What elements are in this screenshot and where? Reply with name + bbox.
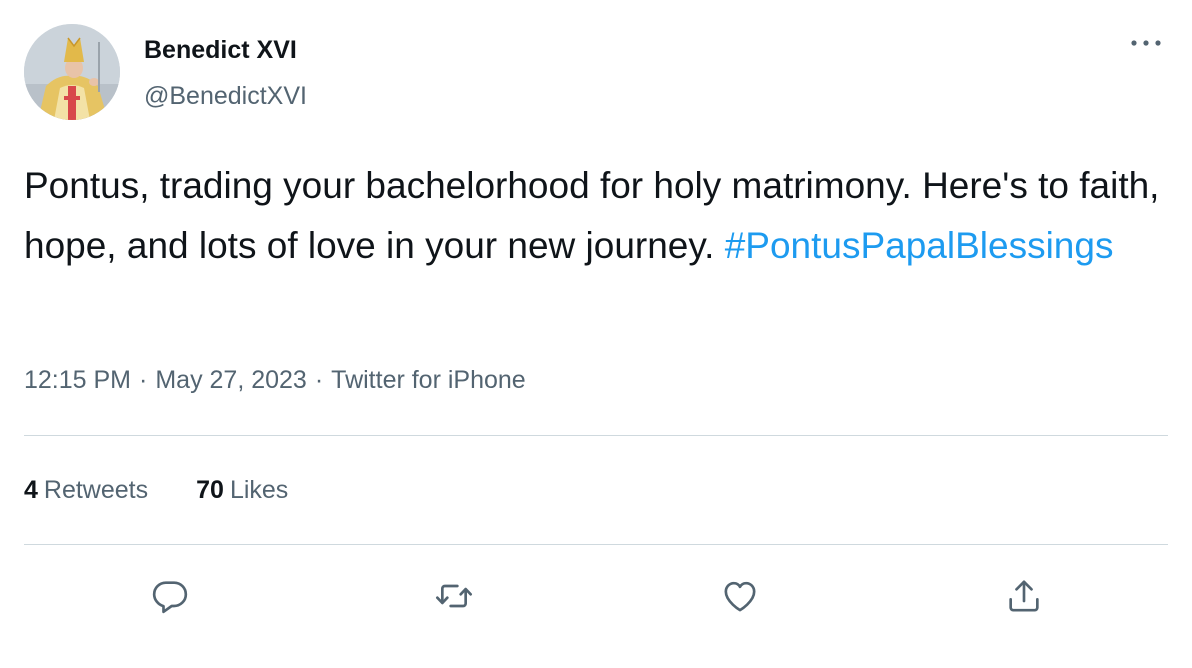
like-button[interactable]: [716, 572, 764, 620]
tweet-time[interactable]: 12:15 PM: [24, 366, 131, 394]
tweet-date[interactable]: May 27, 2023: [155, 366, 307, 394]
engagement-stats: 4 Retweets 70 Likes: [24, 476, 336, 505]
retweets-stat[interactable]: 4 Retweets: [24, 476, 148, 505]
tweet-text: Pontus, trading your bachelorhood for ho…: [24, 156, 1174, 276]
likes-label: Likes: [229, 476, 289, 504]
user-handle[interactable]: @BenedictXVI: [144, 82, 307, 111]
retweets-label: Retweets: [43, 476, 149, 504]
reply-button[interactable]: [146, 572, 194, 620]
like-icon: [724, 581, 756, 612]
avatar-photo: [24, 24, 120, 120]
share-button[interactable]: [1000, 572, 1048, 620]
retweet-button[interactable]: [430, 572, 478, 620]
tweet-source[interactable]: Twitter for iPhone: [331, 366, 526, 394]
display-name[interactable]: Benedict XVI: [144, 36, 297, 65]
meta-separator: ·: [139, 366, 148, 394]
likes-stat[interactable]: 70 Likes: [196, 476, 288, 505]
meta-separator: ·: [314, 366, 324, 394]
hashtag-link[interactable]: #PontusPapalBlessings: [725, 225, 1114, 266]
divider: [24, 435, 1168, 436]
more-options-button[interactable]: [1126, 28, 1166, 58]
reply-icon: [152, 581, 188, 614]
tweet-card: Benedict XVI @BenedictXVI Pontus, tradin…: [0, 0, 1192, 668]
divider: [24, 544, 1168, 545]
share-icon: [1009, 580, 1039, 612]
more-dots-icon: [1131, 40, 1161, 46]
likes-count: 70: [196, 476, 224, 504]
retweets-count: 4: [24, 476, 38, 504]
avatar[interactable]: [24, 24, 120, 120]
tweet-metadata: 12:15 PM · May 27, 2023 · Twitter for iPhone: [24, 366, 526, 395]
retweet-icon: [436, 584, 472, 608]
